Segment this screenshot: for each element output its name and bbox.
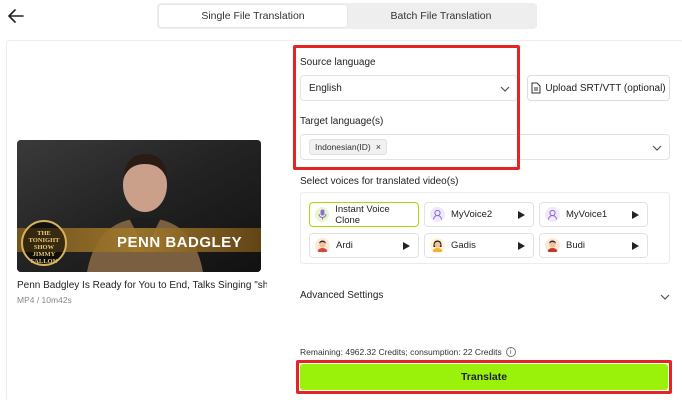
video-thumbnail[interactable]: THE TONIGHT SHOW JIMMY FALLON PENN BADGL… (17, 140, 261, 272)
voice-name: MyVoice1 (566, 209, 608, 220)
video-meta: MP4 / 10m42s (17, 295, 72, 305)
voice-gadis[interactable]: Gadis (424, 233, 534, 258)
voice-name: Budi (566, 240, 586, 251)
play-icon[interactable] (632, 211, 639, 219)
voice-name: MyVoice2 (451, 209, 493, 220)
tab-single-file[interactable]: Single File Translation (159, 5, 347, 27)
voice-ardi[interactable]: Ardi (309, 233, 419, 258)
play-icon[interactable] (518, 242, 525, 250)
voice-name: Gadis (451, 240, 476, 251)
back-arrow-icon[interactable] (6, 6, 26, 26)
voice-myvoice1[interactable]: MyVoice1 (539, 202, 648, 227)
video-title: Penn Badgley Is Ready for You to End, Ta… (17, 280, 267, 291)
voice-avatar-icon (430, 207, 445, 222)
show-logo: THE TONIGHT SHOW JIMMY FALLON (21, 220, 67, 266)
chevron-down-icon[interactable] (659, 292, 671, 302)
upload-srt-button[interactable]: Upload SRT/VTT (optional) (527, 75, 670, 101)
voice-name: Instant Voice Clone (335, 203, 390, 226)
play-icon[interactable] (403, 242, 410, 250)
thumbnail-name-overlay: PENN BADGLEY (117, 234, 243, 251)
male-avatar-icon (545, 238, 560, 253)
voice-instant-clone[interactable]: Instant Voice Clone (309, 202, 419, 227)
play-icon[interactable] (518, 211, 525, 219)
translation-mode-tabs: Single File Translation Batch File Trans… (157, 3, 537, 29)
tab-batch-file[interactable]: Batch File Translation (347, 5, 535, 27)
advanced-settings-toggle[interactable]: Advanced Settings (300, 290, 383, 301)
credits-text: Remaining: 4962.32 Credits; consumption:… (300, 347, 502, 357)
upload-srt-label: Upload SRT/VTT (optional) (545, 82, 666, 94)
play-icon[interactable] (632, 242, 639, 250)
mic-icon (315, 207, 330, 222)
voice-avatar-icon (545, 207, 560, 222)
document-icon (531, 82, 541, 94)
voices-label: Select voices for translated video(s) (300, 176, 459, 187)
voice-myvoice2[interactable]: MyVoice2 (424, 202, 534, 227)
male-avatar-icon (315, 238, 330, 253)
translate-highlight-box (296, 360, 672, 394)
voice-name: Ardi (336, 240, 353, 251)
chevron-down-icon (652, 145, 662, 151)
credits-info: Remaining: 4962.32 Credits; consumption:… (300, 347, 516, 357)
info-icon[interactable]: i (505, 347, 516, 357)
voice-budi[interactable]: Budi (539, 233, 648, 258)
female-avatar-icon (430, 238, 445, 253)
language-highlight-box (293, 45, 520, 170)
